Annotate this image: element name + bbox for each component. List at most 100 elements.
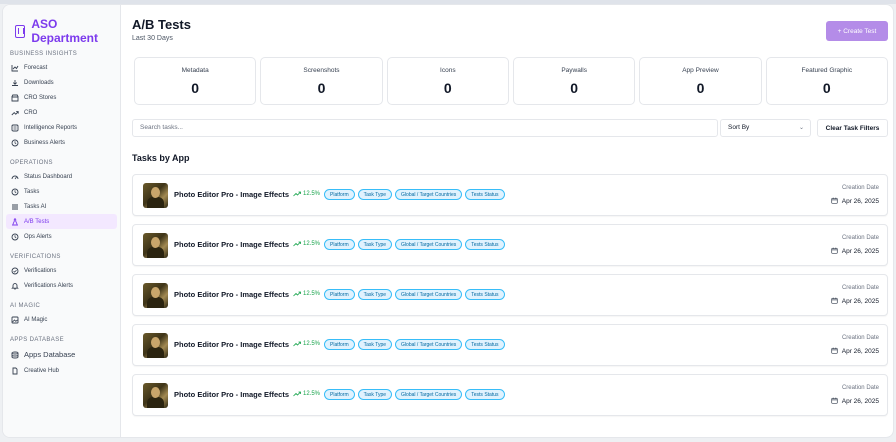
calendar-icon [831, 347, 838, 356]
task-tag[interactable]: Platform [324, 189, 355, 200]
task-card[interactable]: Photo Editor Pro - Image Effects 12.5% Pla… [132, 374, 888, 416]
sidebar-item-cro[interactable]: CRO [6, 105, 117, 120]
clear-filters-button[interactable]: Clear Task Filters [817, 119, 888, 137]
metric-card: Featured Graphic 0 [765, 57, 888, 105]
app-thumbnail [143, 233, 168, 258]
growth-indicator: 12.5% [293, 391, 320, 397]
metric-card: Paywalls 0 [512, 57, 636, 105]
task-tag[interactable]: Tests Status [465, 339, 505, 350]
growth-value: 12.5% [303, 191, 321, 197]
task-tags: Platform Task Type Global / Target Countri… [324, 339, 505, 350]
metric-label: Featured Graphic [801, 66, 853, 74]
app-name[interactable]: Photo Editor Pro - Image Effects [174, 240, 289, 249]
trending-up-icon [11, 109, 19, 117]
sort-label: Sort By [728, 124, 750, 131]
task-tags: Platform Task Type Global / Target Countri… [324, 389, 505, 400]
sidebar-item-label: Forecast [24, 64, 48, 71]
main-content: A/B Tests Last 30 Days + Create Test Met… [122, 5, 893, 437]
task-tag[interactable]: Global / Target Countries [395, 389, 463, 400]
list-icon [11, 203, 19, 211]
task-tag[interactable]: Global / Target Countries [395, 189, 463, 200]
metric-card: Metadata 0 [134, 57, 257, 105]
sidebar-item-apps-database[interactable]: Apps Database [6, 346, 117, 363]
creation-date: Apr 26, 2025 [831, 297, 879, 306]
metric-value: 0 [822, 79, 831, 96]
sidebar-item-business-alerts[interactable]: Business Alerts [6, 135, 117, 150]
sidebar-item-tasks[interactable]: Tasks [6, 184, 117, 199]
app-name[interactable]: Photo Editor Pro - Image Effects [174, 390, 289, 399]
sidebar-item-verifications-alerts[interactable]: Verifications Alerts [6, 278, 117, 293]
sort-select[interactable]: Sort By ⌄ [720, 119, 811, 137]
creation-date-value: Apr 26, 2025 [841, 198, 879, 205]
creation-date-label: Creation Date [841, 235, 879, 241]
sidebar-item-downloads[interactable]: Downloads [6, 75, 117, 90]
task-tag[interactable]: Tests Status [465, 389, 505, 400]
metric-label: Paywalls [561, 66, 587, 74]
task-card[interactable]: Photo Editor Pro - Image Effects 12.5% Pla… [132, 224, 888, 266]
trending-up-icon [293, 191, 301, 197]
app-name[interactable]: Photo Editor Pro - Image Effects [174, 190, 289, 199]
task-tag[interactable]: Task Type [357, 189, 393, 200]
growth-indicator: 12.5% [293, 341, 320, 347]
page-title: A/B Tests [132, 17, 191, 32]
trending-up-icon [293, 391, 301, 397]
sidebar-item-label: A/B Tests [24, 218, 50, 225]
metric-value: 0 [317, 79, 326, 96]
create-test-button[interactable]: + Create Test [826, 21, 888, 41]
creation-date: Apr 26, 2025 [831, 197, 879, 206]
brand[interactable]: ASO Department [3, 5, 120, 45]
task-tag[interactable]: Global / Target Countries [395, 239, 463, 250]
task-tag[interactable]: Tests Status [465, 289, 505, 300]
metrics-row: Metadata 0 Screenshots 0 Icons 0 Paywalls 0 App … [134, 57, 888, 105]
task-tag[interactable]: Global / Target Countries [395, 339, 463, 350]
sidebar-item-ops-alerts[interactable]: Ops Alerts [6, 229, 117, 244]
creation-date-value: Apr 26, 2025 [841, 348, 879, 355]
app-name[interactable]: Photo Editor Pro - Image Effects [174, 340, 289, 349]
sidebar: ASO Department BUSINESS INSIGHTS Forecast… [3, 5, 121, 437]
calendar-icon [831, 197, 838, 206]
section-title: AI MAGIC [10, 303, 41, 309]
creation-date-label: Creation Date [841, 285, 879, 291]
section-title: APPS DATABASE [10, 337, 64, 343]
task-tag[interactable]: Platform [324, 389, 355, 400]
sidebar-item-label: CRO Stores [24, 94, 57, 101]
trending-up-icon [293, 291, 301, 297]
task-tag[interactable]: Task Type [357, 239, 393, 250]
task-tag[interactable]: Tests Status [465, 189, 505, 200]
section-title: BUSINESS INSIGHTS [10, 51, 78, 57]
sidebar-item-verifications[interactable]: Verifications [6, 263, 117, 278]
sidebar-item-cro-stores[interactable]: CRO Stores [6, 90, 117, 105]
sidebar-item-creative-hub[interactable]: Creative Hub [6, 363, 117, 378]
file-icon [11, 367, 19, 375]
sidebar-item-a-b-tests[interactable]: A/B Tests [6, 214, 117, 229]
task-tag[interactable]: Task Type [357, 389, 393, 400]
task-tag[interactable]: Platform [324, 289, 355, 300]
sidebar-item-tasks-ai[interactable]: Tasks AI [6, 199, 117, 214]
sidebar-item-intelligence-reports[interactable]: Intelligence Reports [6, 120, 117, 135]
section-title: OPERATIONS [10, 160, 53, 166]
task-tag[interactable]: Platform [324, 339, 355, 350]
task-card[interactable]: Photo Editor Pro - Image Effects 12.5% Pla… [132, 174, 888, 216]
section-title: VERIFICATIONS [10, 254, 61, 260]
sidebar-item-ai-magic[interactable]: AI Magic [6, 312, 117, 327]
creation-date-label: Creation Date [841, 335, 879, 341]
task-tag[interactable]: Task Type [357, 339, 393, 350]
building-icon [15, 24, 26, 38]
sidebar-item-label: Tasks [24, 188, 40, 195]
task-card[interactable]: Photo Editor Pro - Image Effects 12.5% Pla… [132, 274, 888, 316]
app-name[interactable]: Photo Editor Pro - Image Effects [174, 290, 289, 299]
clock-icon [11, 233, 19, 241]
metric-value: 0 [443, 79, 452, 96]
sidebar-item-forecast[interactable]: Forecast [6, 60, 117, 75]
growth-value: 12.5% [303, 241, 321, 247]
search-input[interactable]: Search tasks... [132, 119, 718, 137]
sidebar-nav: BUSINESS INSIGHTS Forecast Downloads CRO St… [3, 49, 120, 378]
task-card[interactable]: Photo Editor Pro - Image Effects 12.5% Pla… [132, 324, 888, 366]
sidebar-item-status-dashboard[interactable]: Status Dashboard [6, 169, 117, 184]
task-tag[interactable]: Task Type [357, 289, 393, 300]
task-tag[interactable]: Tests Status [465, 239, 505, 250]
gauge-icon [11, 173, 19, 181]
sidebar-item-label: Business Alerts [24, 139, 66, 146]
task-tag[interactable]: Global / Target Countries [395, 289, 463, 300]
task-tag[interactable]: Platform [324, 239, 355, 250]
